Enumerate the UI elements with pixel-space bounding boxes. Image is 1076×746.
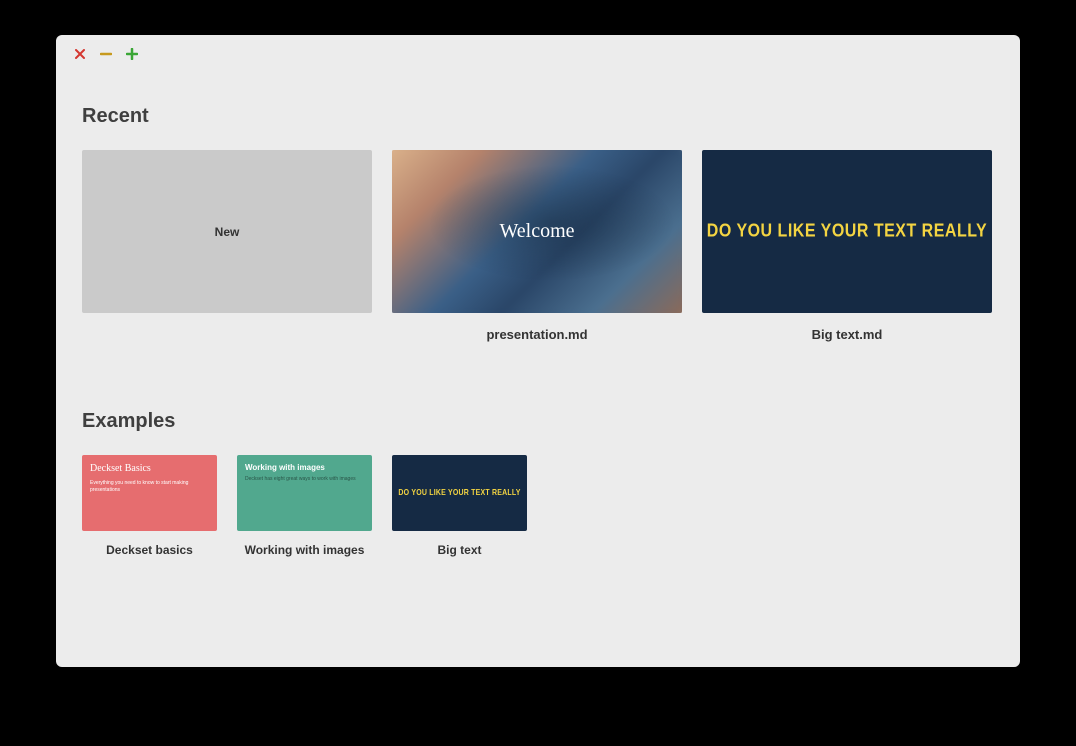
bigtext-small-slide-text: DO YOU LIKE YOUR TEXT REALLY [398, 489, 520, 497]
minimize-icon[interactable] [100, 48, 112, 60]
basics-thumbnail: Deckset Basics Everything you need to kn… [82, 455, 217, 531]
content-area: Recent New Welcome presentation.md DO YO… [56, 73, 1020, 577]
recent-caption: Big text.md [702, 327, 992, 342]
recent-item-presentation[interactable]: Welcome presentation.md [392, 150, 682, 342]
recent-item-bigtext[interactable]: DO YOU LIKE YOUR TEXT REALLY Big text.md [702, 150, 992, 342]
basics-slide-title: Deckset Basics [90, 463, 209, 474]
recent-row: New Welcome presentation.md DO YOU LIKE … [82, 150, 994, 342]
close-icon[interactable] [74, 48, 86, 60]
example-item-bigtext[interactable]: DO YOU LIKE YOUR TEXT REALLY Big text [392, 455, 527, 557]
examples-heading: Examples [82, 410, 994, 433]
bigtext-thumbnail: DO YOU LIKE YOUR TEXT REALLY [702, 150, 992, 313]
basics-slide-sub: Everything you need to know to start mak… [90, 480, 209, 494]
images-slide-sub: Deckset has eight great ways to work wit… [245, 476, 364, 482]
new-label: New [215, 225, 240, 239]
example-caption: Deckset basics [82, 543, 217, 557]
examples-row: Deckset Basics Everything you need to kn… [82, 455, 994, 557]
example-caption: Big text [392, 543, 527, 557]
bigtext-slide-text: DO YOU LIKE YOUR TEXT REALLY [707, 221, 987, 242]
new-thumbnail: New [82, 150, 372, 313]
images-thumbnail: Working with images Deckset has eight gr… [237, 455, 372, 531]
example-caption: Working with images [237, 543, 372, 557]
recent-caption: presentation.md [392, 327, 682, 342]
bigtext-small-thumbnail: DO YOU LIKE YOUR TEXT REALLY [392, 455, 527, 531]
images-slide-title: Working with images [245, 463, 364, 472]
example-item-basics[interactable]: Deckset Basics Everything you need to kn… [82, 455, 217, 557]
welcome-thumbnail: Welcome [392, 150, 682, 313]
recent-heading: Recent [82, 105, 994, 128]
new-presentation-card[interactable]: New [82, 150, 372, 342]
welcome-slide-text: Welcome [499, 220, 574, 243]
example-item-images[interactable]: Working with images Deckset has eight gr… [237, 455, 372, 557]
titlebar [56, 35, 1020, 73]
maximize-icon[interactable] [126, 48, 138, 60]
app-window: Recent New Welcome presentation.md DO YO… [56, 35, 1020, 667]
